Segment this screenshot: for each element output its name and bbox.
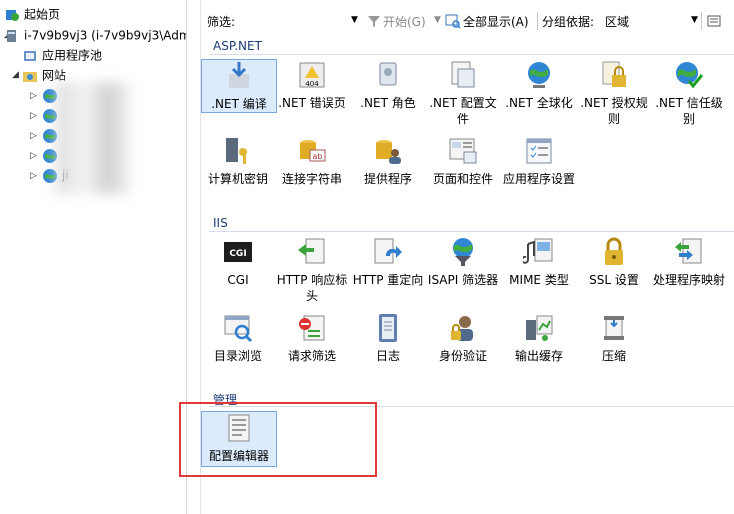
dotnet-globalization-icon (528, 62, 550, 88)
chevron-down-icon[interactable]: ▼ (434, 15, 441, 25)
feature-dotnet-roles[interactable]: .NET 角色 (351, 59, 425, 111)
feature-http-response-headers[interactable]: HTTP 响应标头 (275, 236, 349, 304)
feature-output-caching[interactable]: 输出缓存 (502, 312, 576, 364)
feature-app-settings[interactable]: 应用程序设置 (502, 135, 576, 187)
dotnet-authorization-icon (602, 61, 626, 87)
show-all-icon (445, 14, 461, 29)
tree-item-start-page[interactable]: 起始页 (4, 4, 60, 24)
dotnet-roles-icon (379, 62, 397, 86)
feature-dotnet-compile[interactable]: .NET 编译 (201, 59, 277, 113)
red-highlight-box (179, 402, 377, 477)
connections-tree: 起始页 ◢ i-7v9b9vj3 (i-7v9b9vj3\Adm 应用程序池 ◢… (0, 0, 186, 514)
tree-item-app-pools[interactable]: 应用程序池 (22, 45, 102, 65)
cgi-icon: CGI (224, 242, 252, 262)
feature-mime-types[interactable]: MIME 类型 (502, 236, 576, 288)
toolbar-separator (701, 12, 702, 30)
feature-isapi-filters[interactable]: ISAPI 筛选器 (426, 236, 500, 288)
compression-icon (604, 316, 624, 340)
feature-dotnet-authorization[interactable]: .NET 授权规则 (577, 59, 651, 127)
providers-icon (376, 140, 401, 164)
machine-key-icon (226, 138, 247, 164)
server-icon (7, 29, 16, 42)
start-button[interactable]: 开始(G) (383, 13, 426, 30)
handler-mappings-icon (675, 238, 702, 264)
filter-funnel-icon (368, 16, 380, 27)
feature-dotnet-trust-levels[interactable]: .NET 信任级别 (652, 59, 726, 127)
directory-browsing-icon (224, 315, 253, 343)
filter-toolbar: 筛选: ▼ 开始(G) ▼ 全部显示(A) 分组依据: 区域 ▼ (201, 8, 734, 34)
output-caching-icon (526, 315, 553, 341)
feature-cgi[interactable]: CGI CGI (201, 236, 275, 288)
feature-request-filtering[interactable]: 请求筛选 (275, 312, 349, 364)
dotnet-error-pages-icon: 404 (299, 62, 325, 88)
feature-handler-mappings[interactable]: 处理程序映射 (652, 236, 726, 288)
expand-arrow-icon[interactable]: ▷ (30, 166, 37, 186)
feature-dotnet-profile[interactable]: .NET 配置文件 (426, 59, 500, 127)
redacted-region (56, 82, 130, 194)
collapse-arrow-icon[interactable]: ◢ (12, 65, 19, 85)
group-by-label: 分组依据: (542, 15, 595, 29)
feature-pages-controls[interactable]: 页面和控件 (426, 135, 500, 187)
http-response-headers-icon (298, 238, 325, 264)
feature-logging[interactable]: 日志 (351, 312, 425, 364)
expand-arrow-icon[interactable]: ▷ (30, 106, 37, 126)
svg-text:ab: ab (313, 152, 323, 161)
feature-machine-key[interactable]: 计算机密钥 (201, 135, 275, 187)
dotnet-compile-icon (229, 62, 249, 88)
section-divider (209, 231, 734, 232)
feature-ssl-settings[interactable]: SSL 设置 (577, 236, 651, 288)
section-iis-header: IIS (213, 216, 228, 230)
app-settings-icon (526, 138, 552, 164)
app-pool-icon (24, 50, 36, 61)
section-aspnet-header: ASP.NET (213, 39, 262, 53)
show-all-button[interactable]: 全部显示(A) (463, 13, 529, 30)
toolbar-separator (537, 12, 538, 30)
filter-input[interactable] (247, 10, 363, 30)
ssl-settings-icon (605, 237, 623, 265)
authentication-icon (451, 316, 473, 341)
feature-authentication[interactable]: 身份验证 (426, 312, 500, 364)
mime-types-icon (523, 238, 553, 264)
section-divider (209, 54, 734, 55)
dotnet-trust-levels-icon (676, 62, 704, 89)
svg-text:404: 404 (305, 80, 319, 88)
connection-strings-icon: ab (300, 140, 326, 162)
expand-arrow-icon[interactable]: ▷ (30, 146, 37, 166)
expand-arrow-icon[interactable]: ▷ (30, 86, 37, 106)
logging-icon (379, 314, 397, 342)
request-filtering-icon (299, 315, 325, 341)
feature-connection-strings[interactable]: ab 连接字符串 (275, 135, 349, 187)
feature-compression[interactable]: 压缩 (577, 312, 651, 364)
group-by-select[interactable]: 区域 (605, 13, 629, 30)
feature-directory-browsing[interactable]: 目录浏览 (201, 312, 275, 364)
pages-controls-icon (449, 138, 477, 164)
folder-globe-icon (23, 71, 37, 82)
feature-dotnet-error-pages[interactable]: 404 .NET 错误页 (275, 59, 349, 111)
svg-text:CGI: CGI (229, 249, 246, 259)
chevron-down-icon[interactable]: ▼ (691, 15, 698, 25)
feature-http-redirect[interactable]: HTTP 重定向 (351, 236, 425, 288)
expand-arrow-icon[interactable]: ▷ (30, 126, 37, 146)
filter-label: 筛选: (207, 15, 236, 29)
view-mode-icon[interactable] (707, 14, 721, 28)
feature-dotnet-globalization[interactable]: .NET 全球化 (502, 59, 576, 111)
dotnet-profile-icon (451, 61, 475, 88)
tree-item-server[interactable]: i-7v9b9vj3 (i-7v9b9vj3\Adm (4, 25, 186, 45)
start-page-icon (6, 9, 19, 21)
isapi-filters-icon (453, 238, 473, 266)
http-redirect-icon (374, 238, 402, 264)
chevron-down-icon[interactable]: ▼ (351, 15, 358, 25)
feature-providers[interactable]: 提供程序 (351, 135, 425, 187)
